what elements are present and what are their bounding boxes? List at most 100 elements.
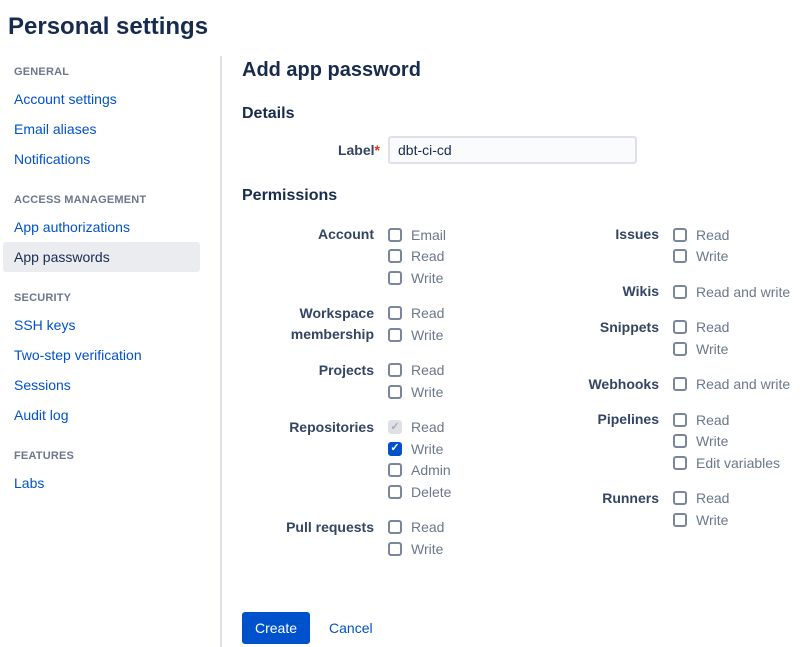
label-input[interactable] bbox=[388, 136, 637, 164]
permission-options: Email Read Write bbox=[388, 224, 446, 289]
layout: GENERAL Account settingsEmail aliasesNot… bbox=[0, 56, 808, 647]
checkbox-workspace-membership-read[interactable] bbox=[388, 306, 402, 320]
permission-option-label: Email bbox=[411, 227, 446, 243]
permission-options: Read Write bbox=[388, 360, 444, 403]
permission-option-runners-write[interactable]: Write bbox=[673, 509, 729, 531]
checkbox-runners-read[interactable] bbox=[673, 491, 687, 505]
sidebar-group-label: FEATURES bbox=[0, 444, 220, 468]
permission-option-pull-requests-read[interactable]: Read bbox=[388, 517, 444, 539]
permission-option-label: Read bbox=[696, 319, 729, 335]
permission-option-label: Read bbox=[411, 419, 444, 435]
permission-option-label: Read bbox=[696, 227, 729, 243]
permission-option-workspace-membership-write[interactable]: Write bbox=[388, 324, 444, 346]
permissions-section-title: Permissions bbox=[242, 186, 808, 206]
checkbox-issues-read[interactable] bbox=[673, 228, 687, 242]
sidebar-item-account-settings[interactable]: Account settings bbox=[3, 84, 200, 114]
permission-option-repositories-write[interactable]: ✓ Write bbox=[388, 438, 451, 460]
permissions-column-right: Issues Read Write Wikis Read and write S… bbox=[558, 224, 808, 574]
permission-group-label: Pipelines bbox=[558, 409, 673, 474]
checkbox-account-read[interactable] bbox=[388, 249, 402, 263]
permission-option-label: Read bbox=[411, 362, 444, 378]
permission-option-projects-write[interactable]: Write bbox=[388, 381, 444, 403]
permission-option-issues-write[interactable]: Write bbox=[673, 246, 729, 268]
checkbox-snippets-read[interactable] bbox=[673, 320, 687, 334]
sidebar-group-label: ACCESS MANAGEMENT bbox=[0, 188, 220, 212]
checkbox-webhooks-read-and-write[interactable] bbox=[673, 377, 687, 391]
permission-option-label: Write bbox=[411, 441, 443, 457]
checkbox-issues-write[interactable] bbox=[673, 249, 687, 263]
permission-group-repositories: Repositories ✓ Read ✓ Write Admin Delete bbox=[242, 417, 558, 503]
sidebar-group: FEATURES Labs bbox=[0, 444, 220, 498]
permission-option-webhooks-read-and-write[interactable]: Read and write bbox=[673, 374, 790, 396]
sidebar-item-two-step-verification[interactable]: Two-step verification bbox=[3, 340, 200, 370]
permission-option-pipelines-write[interactable]: Write bbox=[673, 431, 780, 453]
permission-options: Read Write bbox=[673, 317, 729, 360]
sidebar-item-app-authorizations[interactable]: App authorizations bbox=[3, 212, 200, 242]
permission-option-workspace-membership-read[interactable]: Read bbox=[388, 303, 444, 325]
permission-group-workspace-membership: Workspace membership Read Write bbox=[242, 303, 558, 346]
checkbox-runners-write[interactable] bbox=[673, 513, 687, 527]
permission-option-label: Read bbox=[411, 519, 444, 535]
label-field-row: Label* bbox=[242, 136, 808, 164]
checkbox-snippets-write[interactable] bbox=[673, 342, 687, 356]
permission-option-snippets-read[interactable]: Read bbox=[673, 317, 729, 339]
sidebar-item-notifications[interactable]: Notifications bbox=[3, 144, 200, 174]
permission-option-repositories-delete[interactable]: Delete bbox=[388, 481, 451, 503]
permission-group-label: Webhooks bbox=[558, 374, 673, 396]
checkbox-repositories-admin[interactable] bbox=[388, 463, 402, 477]
permission-option-label: Read bbox=[411, 248, 444, 264]
permission-option-pipelines-edit-variables[interactable]: Edit variables bbox=[673, 452, 780, 474]
checkbox-pipelines-read[interactable] bbox=[673, 413, 687, 427]
permission-group-webhooks: Webhooks Read and write bbox=[558, 374, 808, 396]
permission-option-repositories-admin[interactable]: Admin bbox=[388, 460, 451, 482]
sidebar-item-audit-log[interactable]: Audit log bbox=[3, 400, 200, 430]
permission-option-runners-read[interactable]: Read bbox=[673, 488, 729, 510]
label-field-label-text: Label bbox=[338, 142, 375, 158]
checkbox-pipelines-edit-variables[interactable] bbox=[673, 456, 687, 470]
cancel-link[interactable]: Cancel bbox=[329, 620, 373, 636]
checkbox-pull-requests-read[interactable] bbox=[388, 520, 402, 534]
permission-group-label: Repositories bbox=[242, 417, 388, 503]
permission-option-label: Write bbox=[696, 248, 728, 264]
permission-options: Read and write bbox=[673, 374, 790, 396]
checkbox-pull-requests-write[interactable] bbox=[388, 542, 402, 556]
permission-options: Read Write bbox=[673, 488, 729, 531]
sidebar-item-email-aliases[interactable]: Email aliases bbox=[3, 114, 200, 144]
sidebar-item-ssh-keys[interactable]: SSH keys bbox=[3, 310, 200, 340]
permission-option-issues-read[interactable]: Read bbox=[673, 224, 729, 246]
checkbox-pipelines-write[interactable] bbox=[673, 434, 687, 448]
permission-group-label: Issues bbox=[558, 224, 673, 267]
permission-option-label: Write bbox=[411, 541, 443, 557]
sidebar-item-app-passwords[interactable]: App passwords bbox=[3, 242, 200, 272]
permission-option-projects-read[interactable]: Read bbox=[388, 360, 444, 382]
permission-group-label: Projects bbox=[242, 360, 388, 403]
permission-option-wikis-read-and-write[interactable]: Read and write bbox=[673, 281, 790, 303]
page-title: Personal settings bbox=[0, 0, 808, 42]
permission-option-label: Read bbox=[696, 412, 729, 428]
create-button[interactable]: Create bbox=[242, 612, 310, 644]
permissions-column-left: Account Email Read Write Workspace membe… bbox=[242, 224, 558, 574]
permissions-columns: Account Email Read Write Workspace membe… bbox=[242, 224, 808, 574]
checkbox-repositories-write[interactable]: ✓ bbox=[388, 442, 402, 456]
permission-option-pipelines-read[interactable]: Read bbox=[673, 409, 780, 431]
permission-group-account: Account Email Read Write bbox=[242, 224, 558, 289]
permission-option-account-read[interactable]: Read bbox=[388, 246, 446, 268]
checkbox-projects-write[interactable] bbox=[388, 385, 402, 399]
permission-option-account-email[interactable]: Email bbox=[388, 224, 446, 246]
permission-group-runners: Runners Read Write bbox=[558, 488, 808, 531]
permission-options: Read Write bbox=[388, 303, 444, 346]
checkbox-workspace-membership-write[interactable] bbox=[388, 328, 402, 342]
permission-option-label: Read bbox=[411, 305, 444, 321]
permission-option-snippets-write[interactable]: Write bbox=[673, 338, 729, 360]
checkbox-projects-read[interactable] bbox=[388, 363, 402, 377]
checkbox-wikis-read-and-write[interactable] bbox=[673, 285, 687, 299]
checkbox-account-write[interactable] bbox=[388, 271, 402, 285]
permission-option-pull-requests-write[interactable]: Write bbox=[388, 538, 444, 560]
permission-option-account-write[interactable]: Write bbox=[388, 267, 446, 289]
permission-option-repositories-read[interactable]: ✓ Read bbox=[388, 417, 451, 439]
permission-group-pull-requests: Pull requests Read Write bbox=[242, 517, 558, 560]
sidebar-item-sessions[interactable]: Sessions bbox=[3, 370, 200, 400]
checkbox-repositories-delete[interactable] bbox=[388, 485, 402, 499]
checkbox-account-email[interactable] bbox=[388, 228, 402, 242]
sidebar-item-labs[interactable]: Labs bbox=[3, 468, 200, 498]
